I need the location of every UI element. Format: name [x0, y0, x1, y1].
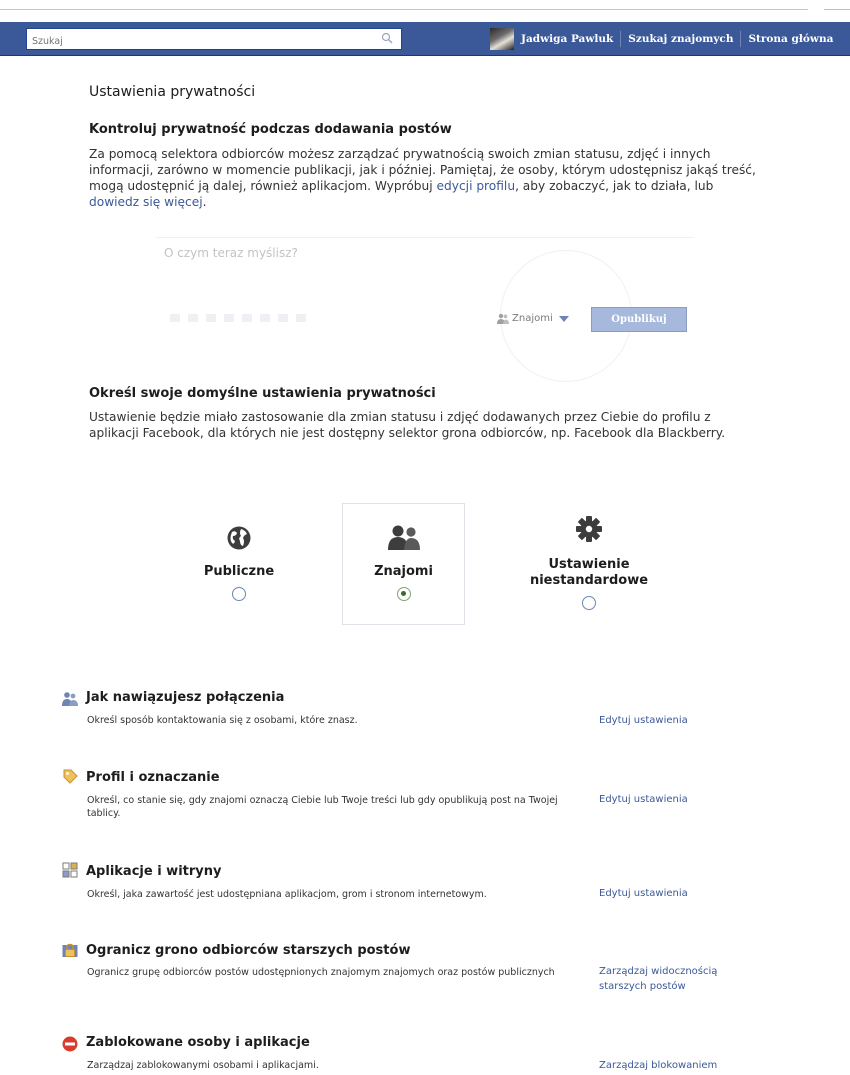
search-box[interactable]: [26, 28, 402, 52]
setting-title-connections: Jak nawiązujesz połączenia: [86, 690, 285, 705]
setting-desc-apps: Określ, jaka zawartość jest udostępniana…: [87, 889, 487, 900]
default-section-title: Określ swoje domyślne ustawienia prywatn…: [89, 386, 436, 401]
setting-title-apps: Aplikacje i witryny: [86, 864, 222, 879]
setting-desc-connections: Określ sposób kontaktowania się z osobam…: [87, 715, 358, 726]
edit-settings-link-connections[interactable]: Edytuj ustawienia: [599, 713, 759, 728]
tag-icon: [63, 769, 78, 784]
people-icon: [62, 692, 78, 706]
avatar[interactable]: [490, 28, 514, 50]
control-section-title: Kontroluj prywatność podczas dodawania p…: [89, 122, 452, 137]
friends-icon: [497, 313, 509, 324]
find-friends-link[interactable]: Szukaj znajomych: [621, 33, 740, 45]
browser-top-strip: [0, 0, 850, 22]
setting-title-blocked: Zablokowane osoby i aplikacje: [86, 1035, 310, 1050]
gear-icon: [576, 516, 602, 542]
option-friends-label: Znajomi: [374, 564, 433, 579]
composer-placeholder: O czym teraz myślisz?: [164, 246, 298, 260]
option-custom[interactable]: Ustawienie niestandardowe: [519, 516, 659, 614]
globe-icon: [227, 526, 251, 550]
lock-icon: [62, 943, 78, 957]
setting-desc-blocked: Zarządzaj zablokowanymi osobami i aplika…: [87, 1060, 319, 1071]
edit-settings-link-apps[interactable]: Edytuj ustawienia: [599, 886, 759, 901]
default-section-text: Ustawienie będzie miało zastosowanie dla…: [89, 410, 726, 440]
composer-attachments: [170, 314, 310, 322]
option-public-label: Publiczne: [203, 564, 275, 579]
search-input[interactable]: [27, 31, 367, 52]
header-bar: Jadwiga Pawluk Szukaj znajomych Strona g…: [0, 22, 850, 56]
friends-icon: [387, 525, 420, 550]
publish-button[interactable]: Opublikuj: [591, 307, 687, 332]
search-icon[interactable]: [381, 32, 393, 44]
edit-profile-link[interactable]: edycji profilu: [437, 179, 516, 193]
control-section-text: Za pomocą selektora odbiorców możesz zar…: [89, 147, 756, 209]
learn-more-link[interactable]: dowiedz się więcej: [89, 195, 203, 209]
divider: [0, 9, 808, 10]
home-link[interactable]: Strona główna: [741, 33, 840, 45]
radio-friends[interactable]: [396, 587, 411, 601]
setting-desc-older-posts: Ogranicz grupę odbiorców postów udostępn…: [87, 967, 555, 978]
manage-blocking-link[interactable]: Zarządzaj blokowaniem: [599, 1058, 759, 1073]
radio-public[interactable]: [232, 587, 246, 601]
audience-label: Znajomi: [512, 313, 553, 324]
edit-settings-link-profile[interactable]: Edytuj ustawienia: [599, 792, 759, 807]
divider: [824, 9, 850, 10]
top-nav: Jadwiga Pawluk Szukaj znajomych Strona g…: [490, 28, 840, 50]
block-icon: [62, 1036, 78, 1052]
page-title: Ustawienia prywatności: [89, 84, 256, 100]
option-friends[interactable]: Znajomi: [342, 503, 465, 625]
option-custom-label: Ustawienie niestandardowe: [529, 557, 649, 588]
apps-icon: [62, 862, 78, 878]
setting-desc-profile: Określ, co stanie się, gdy znajomi oznac…: [87, 795, 558, 819]
option-public[interactable]: Publiczne: [189, 525, 289, 605]
chevron-down-icon: [558, 315, 569, 322]
audience-selector[interactable]: Znajomi: [497, 313, 569, 324]
setting-title-profile: Profil i oznaczanie: [86, 770, 220, 785]
profile-link[interactable]: Jadwiga Pawluk: [521, 33, 620, 45]
setting-title-older-posts: Ogranicz grono odbiorców starszych postó…: [86, 943, 411, 958]
manage-older-posts-link[interactable]: Zarządzaj widocznością starszych postów: [599, 964, 739, 994]
radio-custom[interactable]: [582, 596, 596, 610]
